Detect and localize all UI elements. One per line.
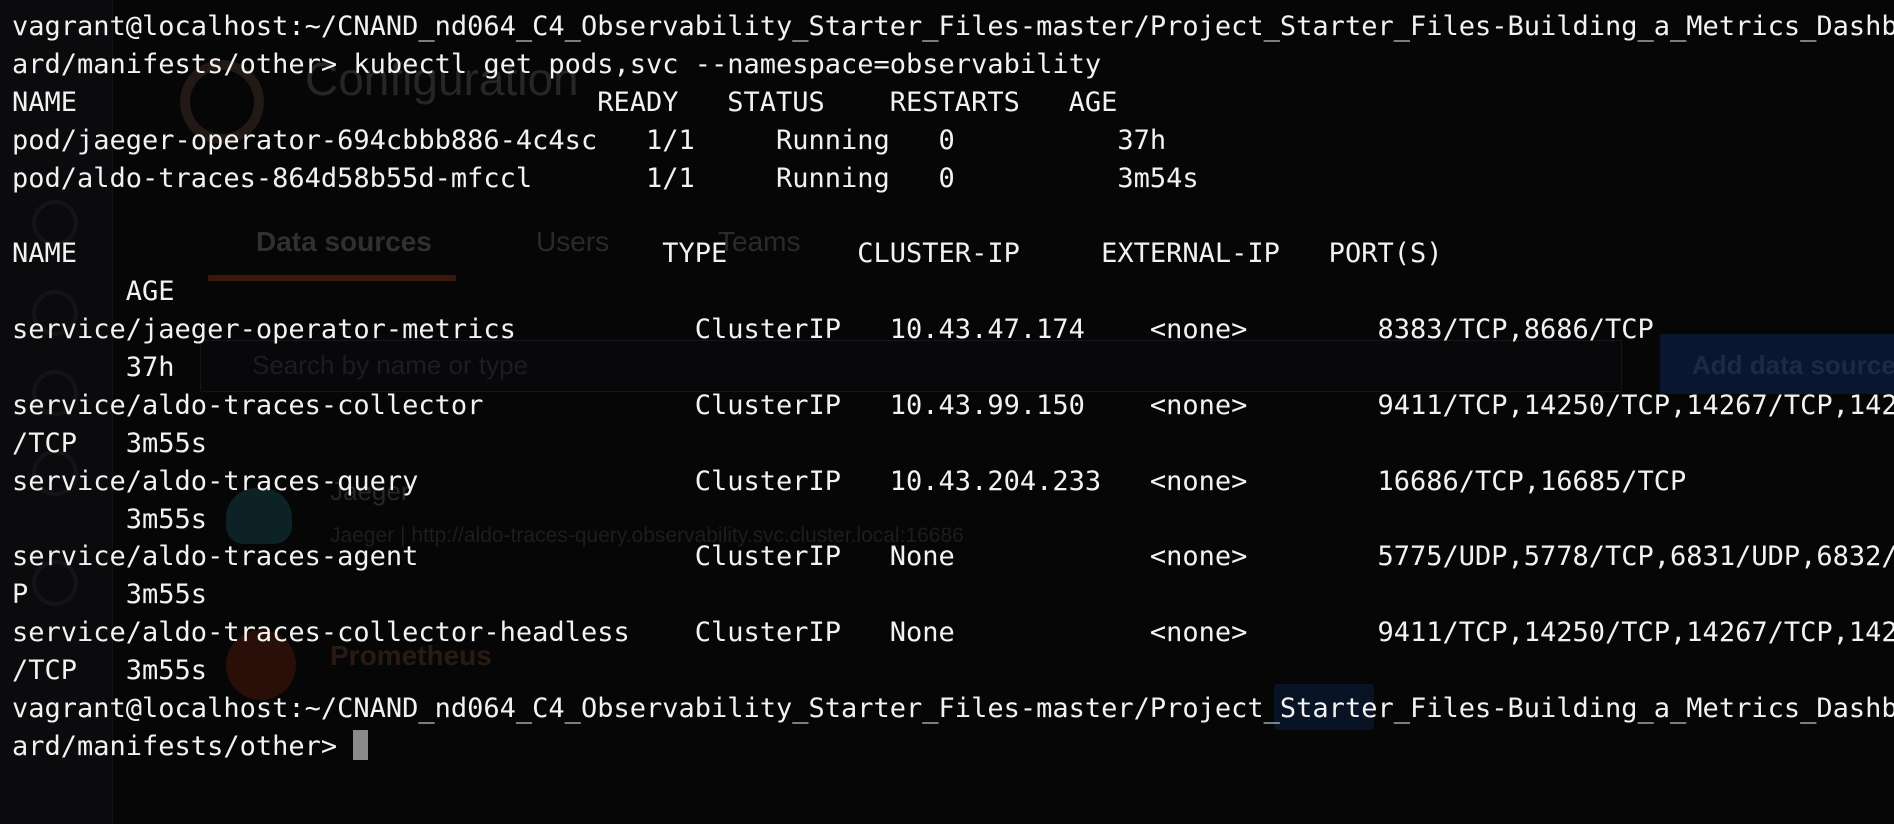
terminal-window[interactable]: Configuration Data sources Users Teams S… [0,0,1894,824]
terminal-line-service: service/aldo-traces-agent ClusterIP None… [12,541,1894,573]
terminal-line-pods-header: NAME READY STATUS RESTARTS AGE [12,86,1118,118]
terminal-line-pod: pod/jaeger-operator-694cbbb886-4c4sc 1/1… [12,124,1167,156]
terminal-line-prompt: vagrant@localhost:~/CNAND_nd064_C4_Obser… [12,693,1894,725]
terminal-line-service: service/aldo-traces-collector ClusterIP … [12,389,1894,421]
terminal-line-input[interactable]: ard/manifests/other> [12,728,1894,766]
terminal-line-service-wrap: 37h [12,352,175,384]
terminal-line-service: service/jaeger-operator-metrics ClusterI… [12,314,1654,346]
terminal-line-service-wrap: P 3m55s [12,579,208,611]
terminal-line-pod: pod/aldo-traces-864d58b55d-mfccl 1/1 Run… [12,162,1199,194]
terminal-line-svc-header: NAME TYPE CLUSTER-IP EXTERNAL-IP PORT(S) [12,238,1443,270]
terminal-line-svc-header-wrap: AGE [12,276,175,308]
terminal-line-service: service/aldo-traces-collector-headless C… [12,617,1894,649]
terminal-prompt-text: ard/manifests/other> [12,730,354,762]
terminal-line-service-wrap: /TCP 3m55s [12,655,208,687]
text-cursor[interactable] [353,729,369,760]
terminal-output[interactable]: vagrant@localhost:~/CNAND_nd064_C4_Obser… [12,8,1894,766]
terminal-line-service-wrap: /TCP 3m55s [12,427,208,459]
terminal-line-command: ard/manifests/other> kubectl get pods,sv… [12,48,1102,80]
terminal-line-prompt: vagrant@localhost:~/CNAND_nd064_C4_Obser… [12,11,1894,42]
terminal-line-service-wrap: 3m55s [12,503,208,535]
terminal-line-service: service/aldo-traces-query ClusterIP 10.4… [12,465,1687,497]
